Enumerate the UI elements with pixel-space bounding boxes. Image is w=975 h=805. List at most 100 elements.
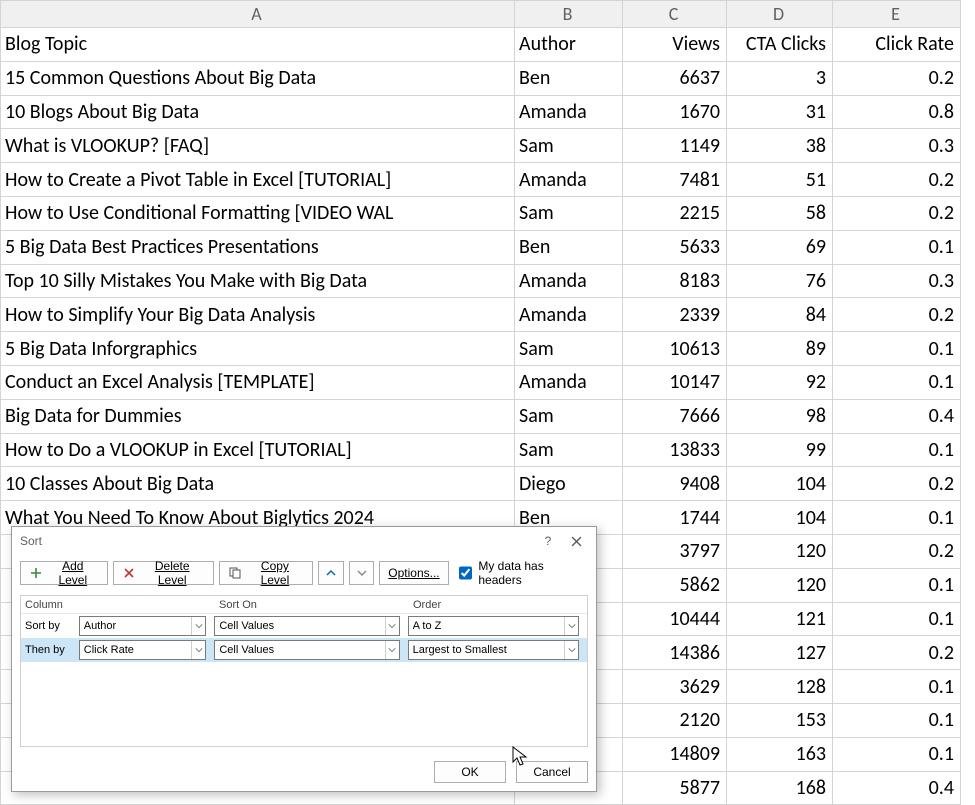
cell[interactable]: 0.2 [833, 61, 961, 95]
header-cell[interactable]: Click Rate [833, 28, 961, 62]
cell[interactable]: 76 [727, 264, 833, 298]
options-button[interactable]: Options... [379, 561, 448, 585]
cell[interactable]: Sam [515, 129, 623, 163]
cell[interactable]: 3 [727, 61, 833, 95]
cell[interactable]: 0.1 [833, 602, 961, 636]
move-down-button[interactable] [349, 561, 375, 585]
cell[interactable]: 10 Blogs About Big Data [1, 95, 515, 129]
cell[interactable]: 1744 [623, 501, 727, 535]
cell[interactable]: Amanda [515, 298, 623, 332]
cell[interactable]: 51 [727, 163, 833, 197]
col-header-b[interactable]: B [515, 1, 623, 28]
cell[interactable]: 0.2 [833, 467, 961, 501]
cell[interactable]: Sam [515, 399, 623, 433]
copy-level-button[interactable]: Copy Level [219, 561, 313, 585]
cell[interactable]: 0.3 [833, 129, 961, 163]
cell[interactable]: 153 [727, 703, 833, 737]
cancel-button[interactable]: Cancel [516, 761, 588, 783]
cell[interactable]: 0.3 [833, 264, 961, 298]
cell[interactable]: 120 [727, 568, 833, 602]
cell[interactable]: Big Data for Dummies [1, 399, 515, 433]
cell[interactable]: 0.1 [833, 568, 961, 602]
ok-button[interactable]: OK [434, 761, 506, 783]
header-cell[interactable]: Views [623, 28, 727, 62]
cell[interactable]: Amanda [515, 365, 623, 399]
cell[interactable]: 0.2 [833, 636, 961, 670]
level1-sorton-combo[interactable]: Cell Values [214, 616, 399, 636]
headers-checkbox[interactable] [459, 566, 473, 580]
cell[interactable]: 0.2 [833, 196, 961, 230]
cell[interactable]: 2215 [623, 196, 727, 230]
level1-order-combo[interactable]: A to Z [408, 616, 579, 636]
cell[interactable]: 10147 [623, 365, 727, 399]
cell[interactable]: 10613 [623, 332, 727, 366]
cell[interactable]: Sam [515, 433, 623, 467]
cell[interactable]: 0.1 [833, 230, 961, 264]
cell[interactable]: Conduct an Excel Analysis [TEMPLATE] [1, 365, 515, 399]
cell[interactable]: 5 Big Data Best Practices Presentations [1, 230, 515, 264]
col-header-e[interactable]: E [833, 1, 961, 28]
cell[interactable]: 0.8 [833, 95, 961, 129]
cell[interactable]: 84 [727, 298, 833, 332]
cell[interactable]: 8183 [623, 264, 727, 298]
delete-level-button[interactable]: Delete Level [113, 561, 214, 585]
cell[interactable]: 5 Big Data Inforgraphics [1, 332, 515, 366]
header-cell[interactable]: Author [515, 28, 623, 62]
cell[interactable]: 14809 [623, 737, 727, 771]
col-header-a[interactable]: A [1, 1, 515, 28]
cell[interactable]: 9408 [623, 467, 727, 501]
cell[interactable]: 0.1 [833, 501, 961, 535]
header-cell[interactable]: Blog Topic [1, 28, 515, 62]
level2-sorton-combo[interactable]: Cell Values [214, 640, 399, 660]
level1-column-combo[interactable]: Author [79, 616, 207, 636]
cell[interactable]: 104 [727, 501, 833, 535]
cell[interactable]: 0.1 [833, 670, 961, 704]
cell[interactable]: 99 [727, 433, 833, 467]
cell[interactable]: 128 [727, 670, 833, 704]
cell[interactable]: 1149 [623, 129, 727, 163]
headers-checkbox-wrap[interactable]: My data has headers [459, 559, 588, 587]
cell[interactable]: 3629 [623, 670, 727, 704]
cell[interactable]: 7666 [623, 399, 727, 433]
cell[interactable]: 0.2 [833, 534, 961, 568]
cell[interactable]: Ben [515, 61, 623, 95]
cell[interactable]: 1670 [623, 95, 727, 129]
cell[interactable]: 0.1 [833, 737, 961, 771]
sort-level-2[interactable]: Then by Click Rate Cell Values Largest t… [21, 638, 587, 662]
cell[interactable]: How to Create a Pivot Table in Excel [TU… [1, 163, 515, 197]
cell[interactable]: Amanda [515, 264, 623, 298]
add-level-button[interactable]: Add Level [20, 561, 108, 585]
col-header-d[interactable]: D [727, 1, 833, 28]
cell[interactable]: 98 [727, 399, 833, 433]
cell[interactable]: 15 Common Questions About Big Data [1, 61, 515, 95]
cell[interactable]: 2120 [623, 703, 727, 737]
cell[interactable]: Sam [515, 332, 623, 366]
cell[interactable]: How to Use Conditional Formatting [VIDEO… [1, 196, 515, 230]
cell[interactable]: 89 [727, 332, 833, 366]
help-button[interactable]: ? [534, 529, 562, 553]
cell[interactable]: 14386 [623, 636, 727, 670]
cell[interactable]: 10444 [623, 602, 727, 636]
cell[interactable]: Amanda [515, 163, 623, 197]
col-header-c[interactable]: C [623, 1, 727, 28]
cell[interactable]: 38 [727, 129, 833, 163]
header-cell[interactable]: CTA Clicks [727, 28, 833, 62]
cell[interactable]: 0.1 [833, 433, 961, 467]
cell[interactable]: How to Simplify Your Big Data Analysis [1, 298, 515, 332]
cell[interactable]: 7481 [623, 163, 727, 197]
cell[interactable]: Top 10 Silly Mistakes You Make with Big … [1, 264, 515, 298]
cell[interactable]: 13833 [623, 433, 727, 467]
cell[interactable]: 121 [727, 602, 833, 636]
cell[interactable]: What is VLOOKUP? [FAQ] [1, 129, 515, 163]
cell[interactable]: 0.1 [833, 365, 961, 399]
cell[interactable]: 69 [727, 230, 833, 264]
cell[interactable]: 163 [727, 737, 833, 771]
cell[interactable]: 92 [727, 365, 833, 399]
cell[interactable]: 58 [727, 196, 833, 230]
cell[interactable]: 0.2 [833, 298, 961, 332]
cell[interactable]: 0.1 [833, 703, 961, 737]
cell[interactable]: Diego [515, 467, 623, 501]
cell[interactable]: 6637 [623, 61, 727, 95]
cell[interactable]: 120 [727, 534, 833, 568]
move-up-button[interactable] [318, 561, 344, 585]
